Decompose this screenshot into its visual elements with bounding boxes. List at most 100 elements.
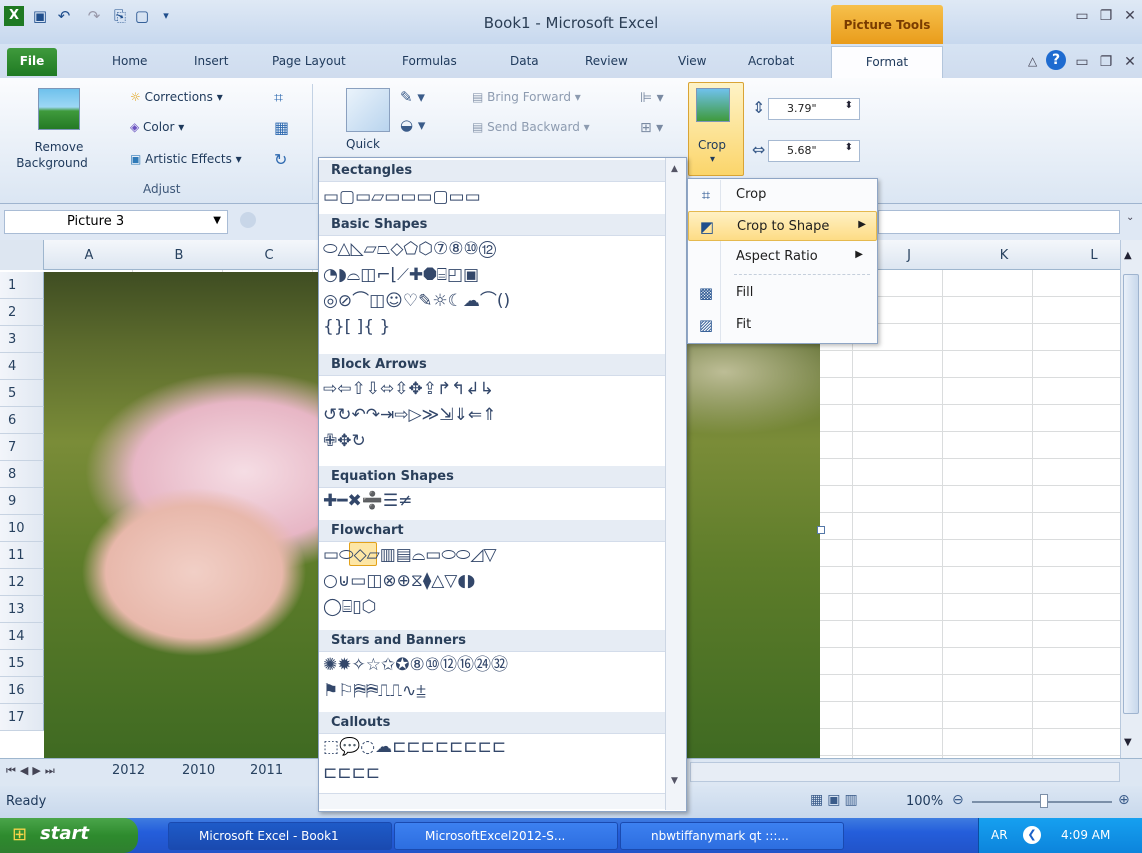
cancel-entry-icon[interactable] <box>240 212 256 228</box>
scroll-down-icon[interactable]: ▼ <box>1124 737 1132 748</box>
tab-format[interactable]: Format <box>831 46 943 79</box>
align-icon[interactable]: ⊫ ▾ <box>640 90 664 106</box>
tab-home[interactable]: Home <box>112 54 147 68</box>
row-header[interactable]: 13 <box>0 596 44 623</box>
tray-expand-icon[interactable]: ❮ <box>1023 826 1041 844</box>
excel-logo-icon[interactable]: X <box>4 6 24 26</box>
tab-formulas[interactable]: Formulas <box>402 54 457 68</box>
change-picture-icon[interactable]: ▦ <box>274 118 289 137</box>
row-header[interactable]: 6 <box>0 407 44 434</box>
row-header[interactable]: 10 <box>0 515 44 542</box>
artistic-effects-button[interactable]: ▣ Artistic Effects ▾ <box>130 152 242 166</box>
menu-item-fill[interactable]: ▩ Fill <box>688 278 877 308</box>
scroll-thumb[interactable] <box>1123 274 1139 714</box>
menu-item-crop-to-shape[interactable]: ◩ Crop to Shape ▶ <box>688 211 877 241</box>
close-icon[interactable]: ✕ <box>1120 8 1140 26</box>
column-header-a[interactable]: A <box>44 248 134 263</box>
row-header[interactable]: 17 <box>0 704 44 731</box>
row-header[interactable]: 9 <box>0 488 44 515</box>
taskbar-item-word[interactable]: MicrosoftExcel2012-S... <box>394 822 618 850</box>
minimize-icon[interactable]: ▭ <box>1072 8 1092 26</box>
horizontal-scrollbar[interactable] <box>690 762 1120 782</box>
width-spinner-icon[interactable]: ⬍ <box>845 142 853 153</box>
send-backward-button[interactable]: ▤ Send Backward ▾ <box>472 120 590 134</box>
callouts-row-2[interactable]: ⊏⊏⊏⊏ <box>320 760 666 786</box>
block-arrows-row-2[interactable]: ↺↻↶↷⇥⇨▷≫⇲⇓⇐⇑ <box>320 402 666 428</box>
doc-minimize-icon[interactable]: ▭ <box>1072 54 1092 72</box>
flowchart-row-2[interactable]: ○⊍▭◫⊗⊕⧖⧫△▽◖◗ <box>320 568 666 594</box>
formula-input[interactable] <box>878 210 1120 234</box>
sheet-tab-2011[interactable]: 2011 <box>244 762 289 782</box>
taskbar-item-excel[interactable]: Microsoft Excel - Book1 <box>168 822 392 850</box>
quick-styles-icon[interactable] <box>346 88 390 132</box>
tab-insert[interactable]: Insert <box>194 54 228 68</box>
gallery-scroll-down-icon[interactable]: ▼ <box>671 776 678 786</box>
column-header-b[interactable]: B <box>134 248 224 263</box>
name-box-dropdown-icon[interactable]: ▼ <box>213 215 221 226</box>
rectangles-shapes[interactable]: ▭▢▭▱▭▭▭▢▭▭ <box>320 184 666 210</box>
row-header[interactable]: 1 <box>0 272 44 299</box>
block-arrows-row-1[interactable]: ⇨⇦⇧⇩⬄⇳✥⇪↱↰↲↳ <box>320 376 666 402</box>
shape-width-field[interactable]: 5.68" ⬍ <box>768 140 860 162</box>
restore-icon[interactable]: ❐ <box>1096 8 1116 26</box>
row-header[interactable]: 15 <box>0 650 44 677</box>
quick-styles-label[interactable]: Quick <box>346 137 380 151</box>
picture-effects-icon[interactable]: ◒ ▾ <box>400 116 425 134</box>
block-arrows-row-3[interactable]: ✙✥↻ <box>320 428 666 454</box>
color-button[interactable]: ◈ Color ▾ <box>130 120 184 134</box>
view-buttons-icons[interactable]: ▦▣▥ <box>810 792 862 808</box>
row-header[interactable]: 8 <box>0 461 44 488</box>
reset-picture-icon[interactable]: ↻ <box>274 150 287 169</box>
bring-forward-button[interactable]: ▤ Bring Forward ▾ <box>472 90 581 104</box>
new-file-icon[interactable]: ▢ <box>132 6 152 26</box>
doc-close-icon[interactable]: ✕ <box>1120 54 1140 72</box>
picture-border-icon[interactable]: ✎ ▾ <box>400 88 425 106</box>
tab-review[interactable]: Review <box>585 54 628 68</box>
menu-item-aspect-ratio[interactable]: Aspect Ratio ▶ <box>688 242 877 272</box>
sheet-tab-2012[interactable]: 2012 <box>106 762 151 782</box>
stars-row-1[interactable]: ✺✹✧☆✩✪⑧⑩⑫⑯㉔㉜ <box>320 652 666 678</box>
zoom-out-icon[interactable]: ⊖ <box>952 792 964 808</box>
tab-page-layout[interactable]: Page Layout <box>272 54 346 68</box>
expand-formula-bar-icon[interactable]: ⌄ <box>1126 212 1134 223</box>
group-objects-icon[interactable]: ⊞ ▾ <box>640 120 663 136</box>
gallery-scroll-up-icon[interactable]: ▲ <box>671 164 678 174</box>
basic-shapes-row-3[interactable]: ◎⊘⌒◫☺♡✎☼☾☁⌒() <box>320 288 666 314</box>
menu-item-fit[interactable]: ▨ Fit <box>688 310 877 340</box>
column-header-k[interactable]: K <box>954 248 1054 263</box>
save-icon[interactable]: ▣ <box>30 6 50 26</box>
stars-row-2[interactable]: ⚑⚐⛿⛿⎍⎍∿⩲ <box>320 678 666 704</box>
tab-data[interactable]: Data <box>510 54 539 68</box>
help-icon[interactable]: ? <box>1046 50 1066 70</box>
row-header[interactable]: 16 <box>0 677 44 704</box>
taskbar-item-firefox[interactable]: nbwtiffanymark qt :::... <box>620 822 844 850</box>
remove-background-button[interactable]: Remove Background <box>16 139 88 171</box>
paste-icon[interactable]: ⎘ <box>110 6 130 26</box>
sheet-nav-icons[interactable]: ⏮◀▶⏭ <box>6 764 59 778</box>
collapse-ribbon-icon[interactable]: △ <box>1028 54 1037 68</box>
zoom-level[interactable]: 100% <box>906 794 943 809</box>
column-header-c[interactable]: C <box>224 248 314 263</box>
zoom-in-icon[interactable]: ⊕ <box>1118 792 1130 808</box>
resize-handle[interactable] <box>817 526 825 534</box>
corrections-button[interactable]: ☼ Corrections ▾ <box>130 90 223 104</box>
undo-icon[interactable]: ↶ <box>54 6 74 26</box>
basic-shapes-row-4[interactable]: {}[ ]{ } <box>320 314 666 340</box>
row-header[interactable]: 11 <box>0 542 44 569</box>
flowchart-row-1[interactable]: ▭⬭◇▱▥▤⌓▭⬭⬭◿▽ <box>320 542 666 568</box>
row-header[interactable]: 14 <box>0 623 44 650</box>
scroll-up-icon[interactable]: ▲ <box>1124 250 1132 261</box>
doc-restore-icon[interactable]: ❐ <box>1096 54 1116 72</box>
row-header[interactable]: 7 <box>0 434 44 461</box>
sheet-tab-2010[interactable]: 2010 <box>176 762 221 782</box>
flowchart-row-3[interactable]: ◯⌸▯⬡ <box>320 594 666 620</box>
row-header[interactable]: 3 <box>0 326 44 353</box>
shape-height-field[interactable]: 3.79" ⬍ <box>768 98 860 120</box>
zoom-slider-thumb[interactable] <box>1040 794 1048 808</box>
equation-shapes-row[interactable]: ✚━✖➗☰≠ <box>320 488 666 514</box>
select-all-corner[interactable] <box>0 240 44 270</box>
row-header[interactable]: 5 <box>0 380 44 407</box>
customize-qat-icon[interactable]: ▾ <box>156 6 176 26</box>
gallery-scrollbar[interactable]: ▲ ▼ <box>665 158 686 810</box>
remove-background-icon[interactable] <box>38 88 80 130</box>
